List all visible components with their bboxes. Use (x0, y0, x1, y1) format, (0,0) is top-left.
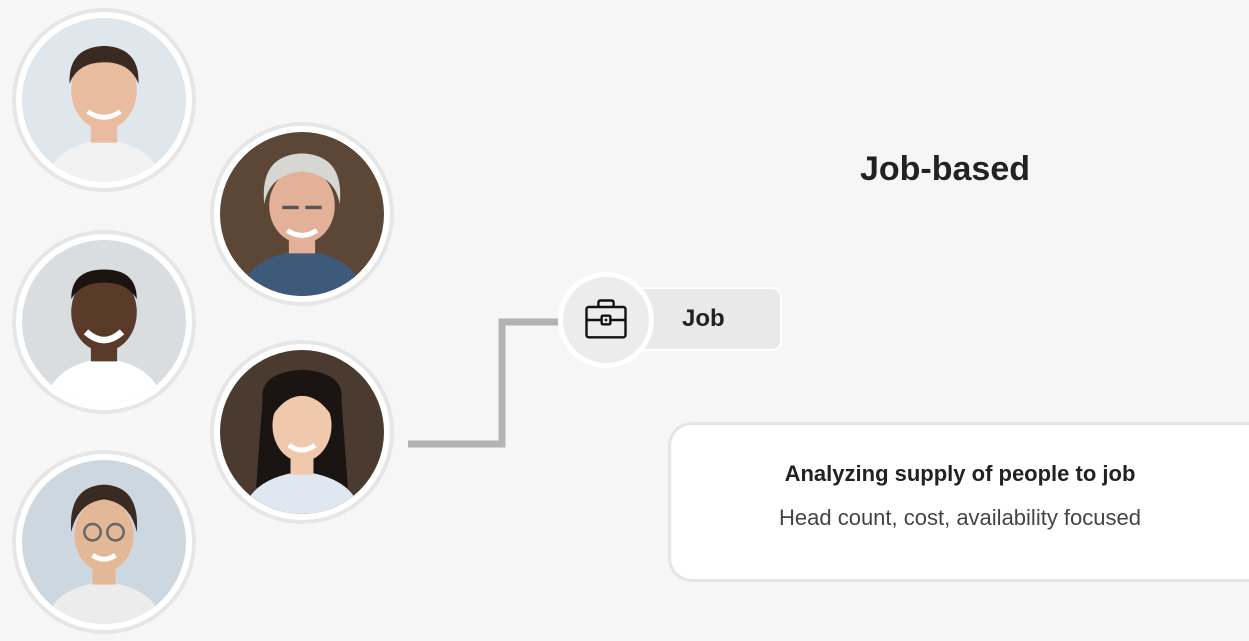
description-card: Analyzing supply of people to job Head c… (668, 422, 1249, 582)
person-1-avatar (12, 8, 196, 192)
diagram-title: Job-based (859, 150, 1031, 188)
briefcase-icon (585, 299, 627, 339)
person-5-avatar (12, 450, 196, 634)
card-subtext: Head count, cost, availability focused (779, 505, 1141, 530)
person-5-photo (22, 460, 186, 624)
person-4-photo (220, 350, 384, 514)
person-3-photo (22, 240, 186, 404)
card-heading: Analyzing supply of people to job (784, 461, 1136, 486)
diagram-canvas: Job-based Job Analyzing supply of people… (0, 0, 1249, 641)
person-3-avatar (12, 230, 196, 414)
person-1-photo (22, 18, 186, 182)
job-node-label: Job (682, 305, 725, 332)
job-node-icon-circle (558, 272, 654, 368)
person-2-avatar (210, 122, 394, 306)
person-4-avatar (210, 340, 394, 524)
person-2-photo (220, 132, 384, 296)
